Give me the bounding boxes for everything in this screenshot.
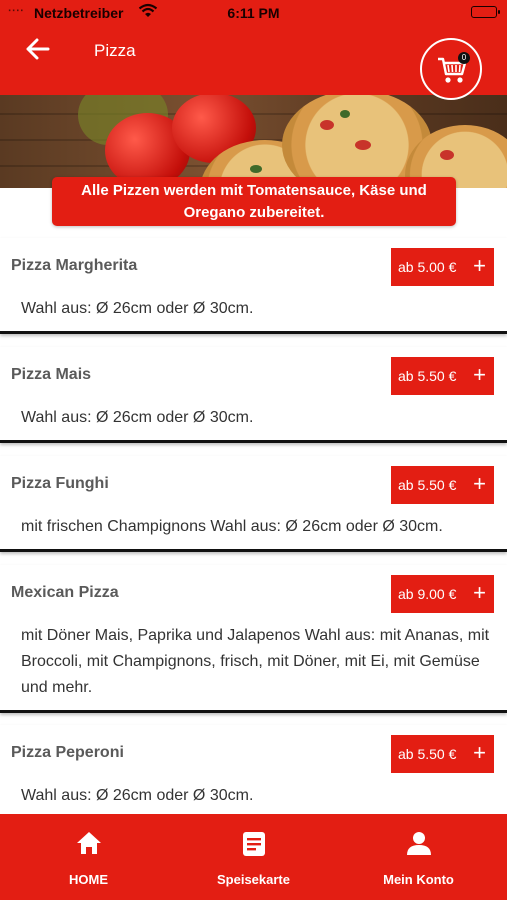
list-item: Pizza Peperoni ab 5.50 € + Wahl aus: Ø 2…	[0, 725, 507, 821]
status-time: 6:11 PM	[227, 5, 280, 21]
price-label: ab 5.50 €	[398, 746, 457, 762]
info-banner-line-1: Alle Pizzen werden mit Tomatensauce, Käs…	[81, 182, 427, 199]
list-item: Pizza Margherita ab 5.00 € + Wahl aus: Ø…	[0, 238, 507, 334]
status-bar: ∙∙∙∙ Netzbetreiber 6:11 PM	[0, 0, 507, 26]
list-item: Pizza Funghi ab 5.50 € + mit frischen Ch…	[0, 456, 507, 552]
nav-menu-label: Speisekarte	[217, 872, 290, 887]
price-label: ab 5.50 €	[398, 477, 457, 493]
item-description: mit frischen Champignons Wahl aus: Ø 26c…	[21, 518, 443, 535]
battery-icon	[471, 6, 500, 18]
list-item: Pizza Mais ab 5.50 € + Wahl aus: Ø 26cm …	[0, 347, 507, 443]
price-label: ab 5.50 €	[398, 368, 457, 384]
plus-icon: +	[473, 740, 486, 765]
cart-count-badge: 0	[458, 52, 470, 64]
plus-icon: +	[473, 362, 486, 387]
bottom-navigation: HOME Speisekarte Mein Konto	[0, 814, 507, 900]
nav-menu[interactable]: Speisekarte	[169, 814, 338, 900]
item-description: Wahl aus: Ø 26cm oder Ø 30cm.	[21, 787, 254, 804]
arrow-left-icon	[26, 38, 50, 60]
add-to-cart-button[interactable]: ab 5.50 € +	[391, 735, 494, 773]
plus-icon: +	[473, 471, 486, 496]
cart-button[interactable]: 0	[420, 38, 482, 100]
item-name: Pizza Funghi	[11, 475, 109, 492]
plus-icon: +	[473, 580, 486, 605]
list-item: Mexican Pizza ab 9.00 € + mit Döner Mais…	[0, 565, 507, 713]
back-button[interactable]	[26, 38, 54, 62]
user-icon	[407, 832, 431, 855]
add-to-cart-button[interactable]: ab 5.50 € +	[391, 357, 494, 395]
item-name: Mexican Pizza	[11, 584, 119, 601]
item-name: Pizza Mais	[11, 366, 92, 383]
nav-account-label: Mein Konto	[383, 872, 454, 887]
price-label: ab 5.00 €	[398, 259, 457, 275]
page-title: Pizza	[94, 41, 136, 60]
price-label: ab 9.00 €	[398, 586, 457, 602]
plus-icon: +	[473, 253, 486, 278]
item-description: Wahl aus: Ø 26cm oder Ø 30cm.	[21, 409, 254, 426]
nav-home[interactable]: HOME	[4, 814, 173, 900]
add-to-cart-button[interactable]: ab 5.50 € +	[391, 466, 494, 504]
home-icon	[77, 832, 101, 854]
item-description: mit Döner Mais, Paprika und Jalapenos Wa…	[21, 627, 490, 696]
nav-home-label: HOME	[69, 872, 108, 887]
add-to-cart-button[interactable]: ab 5.00 € +	[391, 248, 494, 286]
item-description: Wahl aus: Ø 26cm oder Ø 30cm.	[21, 300, 254, 317]
info-banner: Alle Pizzen werden mit Tomatensauce, Käs…	[52, 177, 456, 226]
add-to-cart-button[interactable]: ab 9.00 € +	[391, 575, 494, 613]
nav-account[interactable]: Mein Konto	[334, 814, 503, 900]
item-name: Pizza Peperoni	[11, 744, 124, 761]
item-name: Pizza Margherita	[11, 257, 138, 274]
menu-list-icon	[243, 832, 265, 856]
info-banner-line-2: Oregano zubereitet.	[183, 204, 325, 221]
hero-image	[0, 95, 507, 188]
